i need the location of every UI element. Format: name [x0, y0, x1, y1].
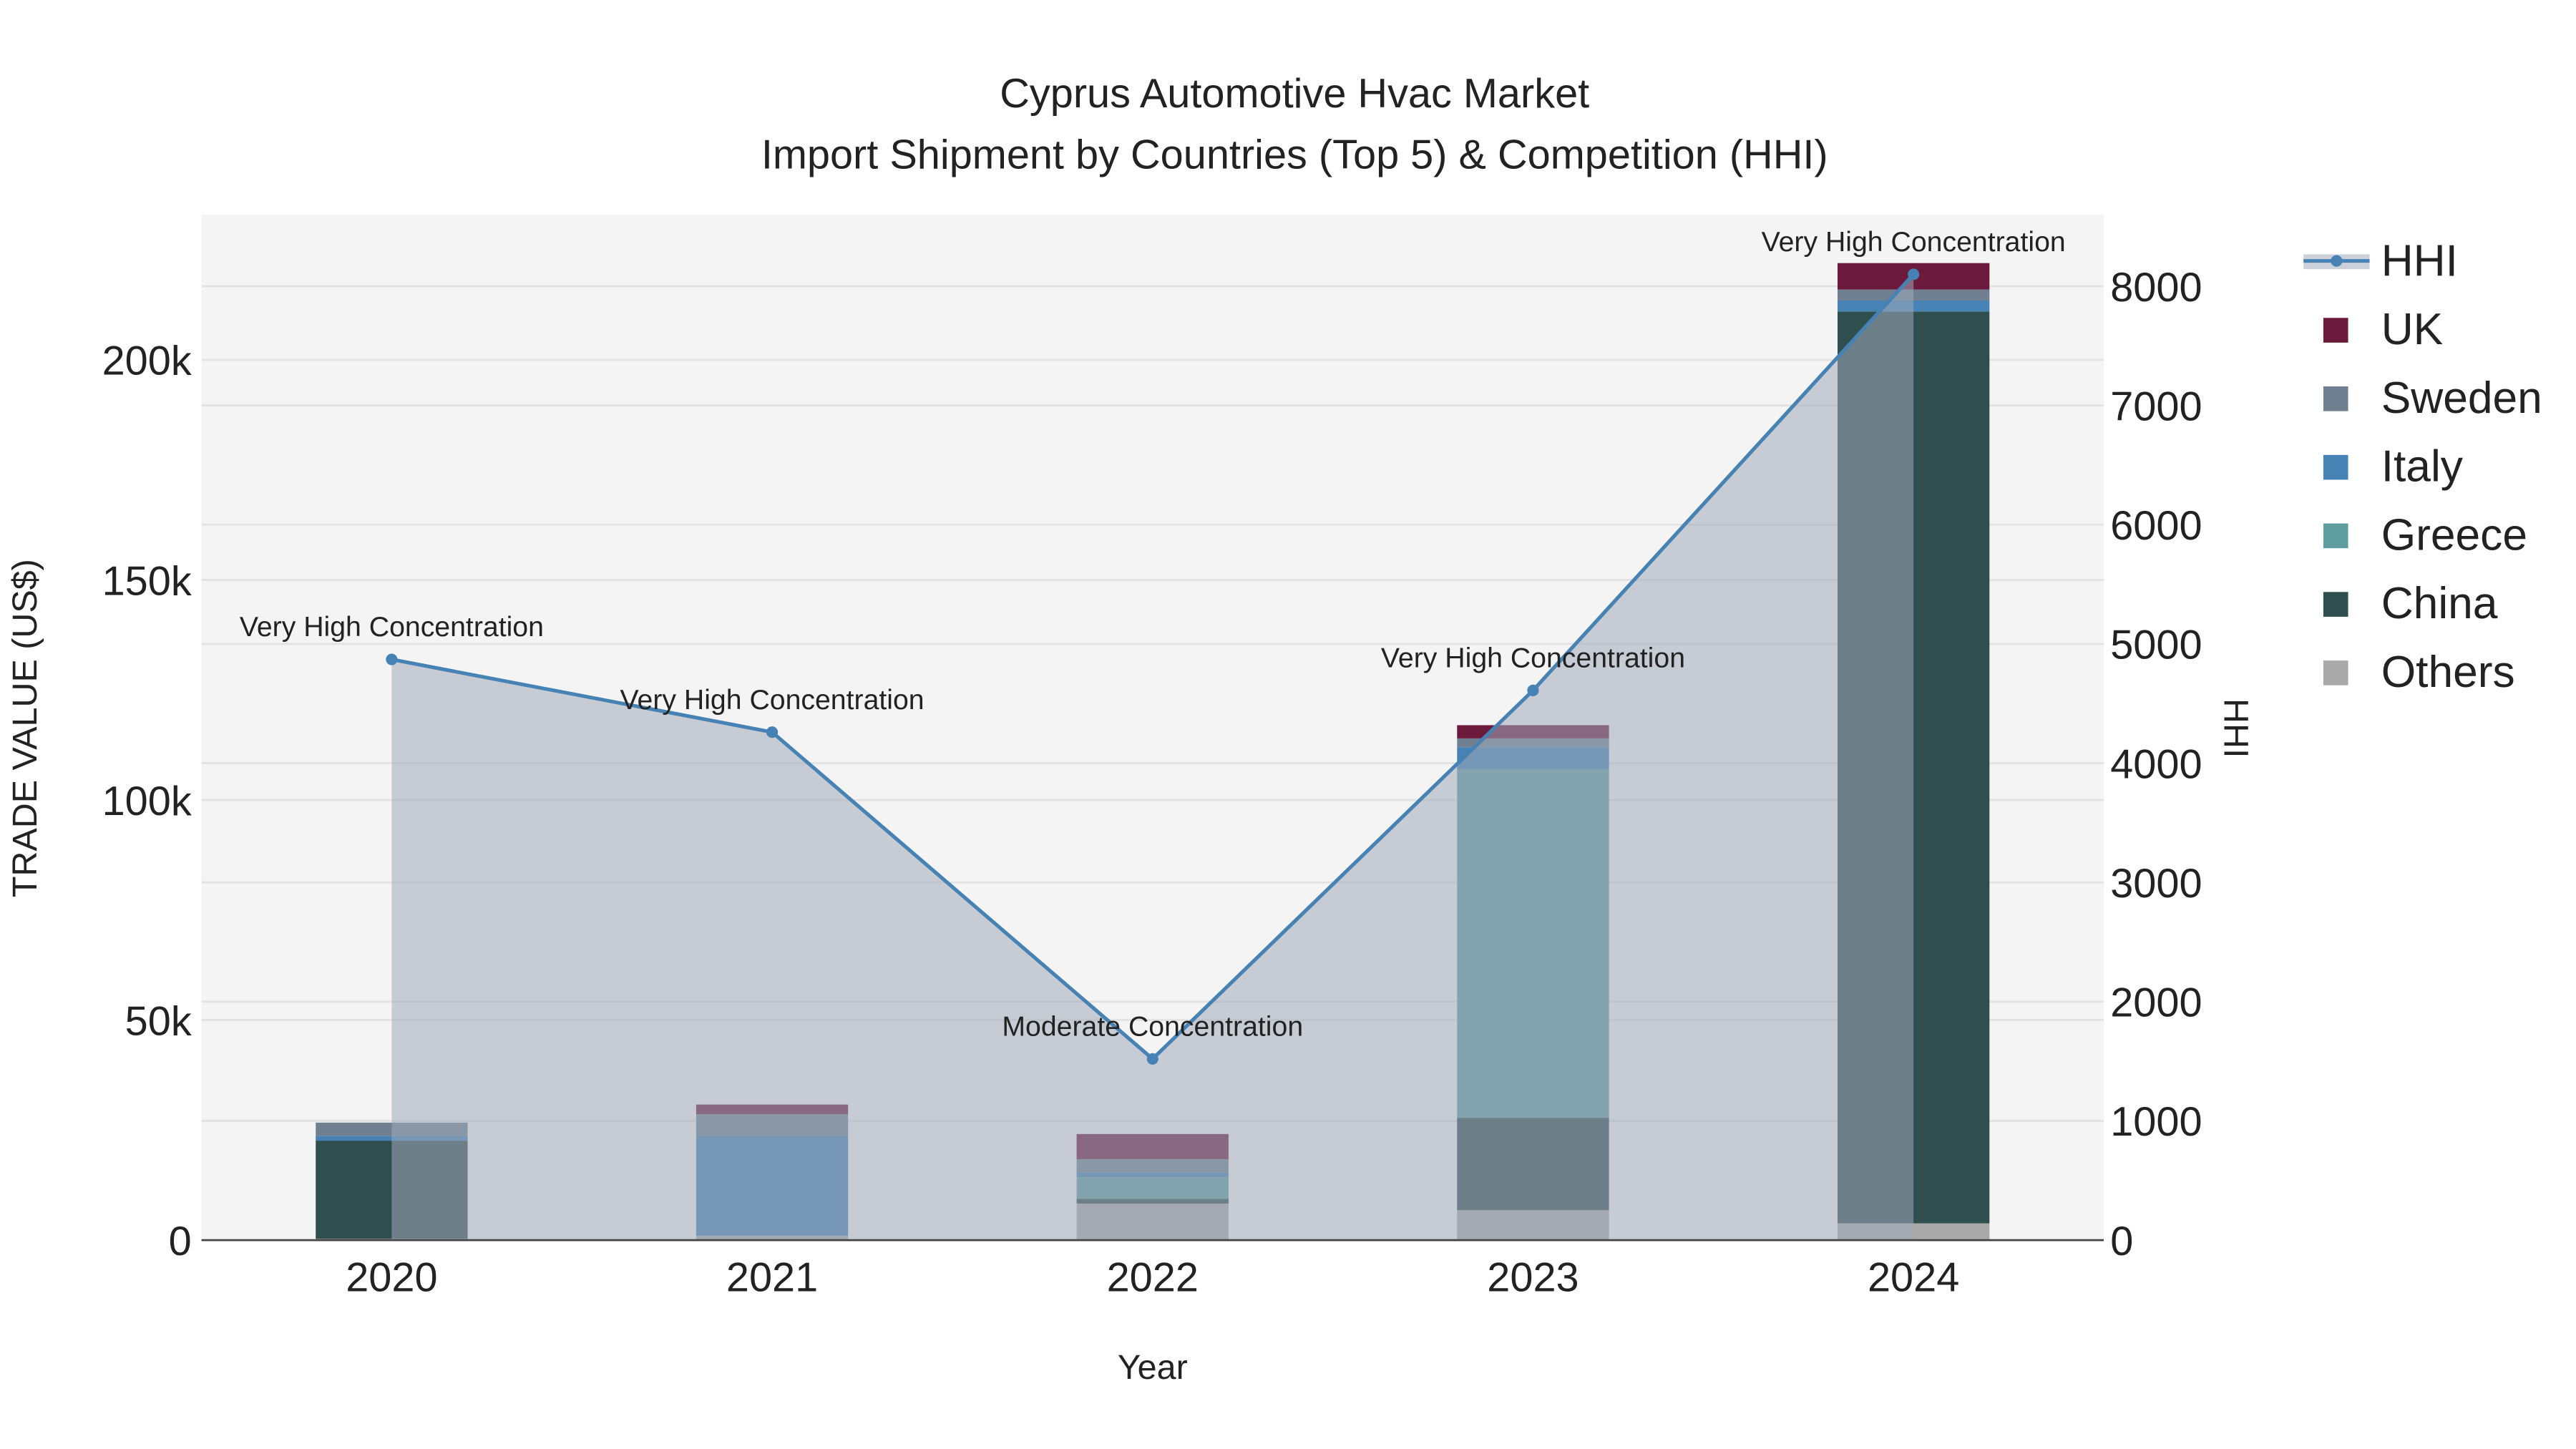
y-tick-label: 100k: [102, 779, 192, 824]
legend-label-uk: UK: [2381, 305, 2444, 354]
chart-subtitle: Import Shipment by Countries (Top 5) & C…: [761, 132, 1828, 177]
chart-title: Cyprus Automotive Hvac Market: [1000, 71, 1589, 117]
hhi-point-2022: [1146, 1053, 1158, 1065]
y-axis-title: TRADE VALUE (US$): [6, 559, 44, 897]
legend-label-hhi: HHI: [2381, 236, 2458, 286]
y2-tick-label: 8000: [2110, 265, 2202, 311]
hhi-point-2024: [1908, 268, 1920, 280]
x-axis-title: Year: [1118, 1348, 1188, 1387]
hhi-point-2023: [1527, 684, 1539, 696]
legend-swatch-others: [2323, 660, 2348, 686]
legend-hhi-marker-icon: [2331, 255, 2343, 267]
y2-tick-label: 0: [2110, 1219, 2133, 1264]
legend-swatch-italy: [2323, 454, 2348, 480]
y2-tick-label: 7000: [2110, 384, 2202, 429]
y2-axis-title: HHI: [2216, 698, 2255, 758]
hhi-annotation: Very High Concentration: [1762, 226, 2066, 258]
legend-swatch-china: [2323, 592, 2348, 617]
x-tick-label: 2022: [1107, 1255, 1199, 1301]
y-tick-labels: 0 50k 100k 150k 200k: [102, 338, 192, 1264]
y2-tick-labels: 0 1000 2000 3000 4000 5000 6000 7000 8000: [2110, 265, 2202, 1264]
legend-swatch-sweden: [2323, 386, 2348, 411]
y-tick-label: 150k: [102, 558, 192, 604]
y2-tick-label: 2000: [2110, 980, 2202, 1026]
y2-tick-label: 5000: [2110, 623, 2202, 668]
y2-tick-label: 3000: [2110, 861, 2202, 907]
hhi-point-2020: [386, 653, 398, 665]
legend-swatch-greece: [2323, 523, 2348, 549]
legend-swatch-uk: [2323, 318, 2348, 343]
hhi-point-2021: [766, 726, 779, 738]
y2-tick-label: 1000: [2110, 1099, 2202, 1145]
x-tick-label: 2023: [1487, 1255, 1579, 1301]
legend-label-others: Others: [2381, 648, 2515, 697]
legend-label-china: China: [2381, 579, 2498, 628]
chart: Very High Concentration Very High Concent…: [6, 71, 2542, 1387]
y-tick-label: 0: [169, 1219, 192, 1264]
hhi-annotation: Very High Concentration: [620, 684, 924, 716]
x-tick-labels: 2020 2021 2022 2023 2024: [346, 1255, 1959, 1301]
y2-tick-label: 4000: [2110, 741, 2202, 787]
legend-label-sweden: Sweden: [2381, 374, 2542, 423]
hhi-annotation: Very High Concentration: [1381, 643, 1685, 674]
hhi-annotation: Moderate Concentration: [1002, 1010, 1303, 1042]
y-tick-label: 50k: [125, 998, 192, 1044]
legend-label-greece: Greece: [2381, 510, 2527, 560]
x-tick-label: 2020: [346, 1255, 437, 1301]
legend-label-italy: Italy: [2381, 442, 2464, 492]
y2-tick-label: 6000: [2110, 503, 2202, 549]
legend: HHI UK Sweden Italy Greece China Others: [2303, 236, 2542, 697]
x-tick-label: 2024: [1868, 1255, 1959, 1301]
hhi-annotation: Very High Concentration: [240, 611, 544, 643]
x-tick-label: 2021: [726, 1255, 818, 1301]
y-tick-label: 200k: [102, 338, 192, 384]
